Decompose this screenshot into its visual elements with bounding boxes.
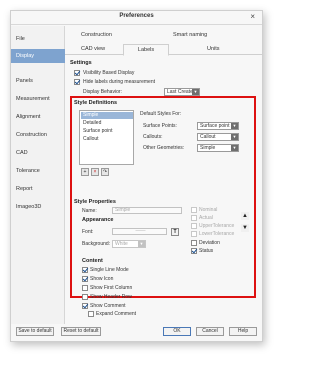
- deviation-checkbox[interactable]: [191, 240, 197, 246]
- style-list[interactable]: Simple Detailed Surface point Callout: [79, 110, 134, 165]
- status-label: Status: [199, 248, 214, 254]
- sidebar-item-measurement[interactable]: Measurement: [11, 92, 65, 106]
- appearance-title: Appearance: [82, 217, 114, 223]
- deviation-label: Deviation: [199, 240, 220, 246]
- show-icon-checkbox[interactable]: [82, 276, 88, 282]
- show-header-row-checkbox[interactable]: [82, 294, 88, 300]
- visibility-label: Visibility Based Display: [83, 70, 135, 76]
- style-definitions-title: Style Definitions: [74, 100, 118, 106]
- actual-label: Actual: [199, 215, 213, 221]
- move-down-button[interactable]: ▼: [241, 224, 249, 232]
- callouts-value: Callout: [200, 134, 216, 140]
- status-checkbox[interactable]: [191, 248, 197, 254]
- sidebar-item-report[interactable]: Report: [11, 182, 65, 196]
- actual-checkbox[interactable]: [191, 215, 197, 221]
- list-item-simple[interactable]: Simple: [81, 112, 133, 119]
- sidebar-item-cad[interactable]: CAD: [11, 146, 65, 160]
- lower-tolerance-checkbox[interactable]: [191, 231, 197, 237]
- background-select[interactable]: White ▼: [112, 240, 146, 248]
- tab-units[interactable]: Units: [207, 44, 220, 55]
- sidebar-item-tolerance[interactable]: Tolerance: [11, 164, 65, 178]
- name-label: Name:: [82, 208, 97, 214]
- name-input[interactable]: Simple: [112, 207, 182, 214]
- hide-labels-label: Hide labels during measurement: [83, 79, 155, 85]
- visibility-checkbox[interactable]: [74, 70, 80, 76]
- default-styles-label: Default Styles For:: [140, 111, 182, 117]
- rename-style-button[interactable]: ↷: [101, 168, 109, 176]
- reset-to-default-button[interactable]: Reset to default: [61, 327, 101, 336]
- surface-points-label: Surface Points:: [143, 123, 177, 129]
- surface-points-value: Surface point: [200, 123, 230, 129]
- expand-comment-checkbox[interactable]: [88, 311, 94, 317]
- callouts-select[interactable]: Callout ▼: [197, 133, 239, 141]
- settings-title: Settings: [70, 60, 92, 66]
- show-first-column-label: Show First Column: [90, 285, 133, 291]
- list-item-detailed[interactable]: Detailed: [81, 120, 133, 127]
- expand-comment-label: Expand Comment: [96, 311, 137, 317]
- add-style-button[interactable]: +: [81, 168, 89, 176]
- chevron-down-icon: ▼: [231, 134, 238, 140]
- sidebar-item-file[interactable]: File: [11, 32, 65, 46]
- show-first-column-checkbox[interactable]: [82, 285, 88, 291]
- sidebar-item-imageo3d[interactable]: Imageo3D: [11, 200, 65, 214]
- move-up-button[interactable]: ▲: [241, 212, 249, 220]
- close-icon[interactable]: ×: [250, 12, 255, 21]
- chevron-down-icon: ▼: [192, 89, 199, 95]
- surface-points-select[interactable]: Surface point ▼: [197, 122, 239, 130]
- style-properties-title: Style Properties: [74, 199, 116, 205]
- sidebar-item-construction[interactable]: Construction: [11, 128, 65, 142]
- delete-style-button[interactable]: ×: [91, 168, 99, 176]
- background-value: White: [115, 241, 128, 247]
- chevron-down-icon: ▼: [231, 145, 238, 151]
- font-label: Font:: [82, 229, 94, 235]
- title-bar: Preferences ×: [11, 11, 262, 25]
- tab-row-bottom: CAD view Labels Units: [65, 44, 262, 56]
- hide-labels-checkbox[interactable]: [74, 79, 80, 85]
- sidebar-item-panels[interactable]: Panels: [11, 74, 65, 88]
- sidebar-item-display[interactable]: Display: [11, 49, 65, 63]
- callouts-label: Callouts:: [143, 134, 163, 140]
- chevron-down-icon: ▼: [138, 241, 145, 247]
- other-geometries-label: Other Geometries:: [143, 145, 185, 151]
- display-behavior-label: Display Behavior:: [83, 89, 122, 95]
- nominal-label: Nominal: [199, 207, 218, 213]
- single-line-mode-checkbox[interactable]: [82, 267, 88, 273]
- tab-cad-view[interactable]: CAD view: [81, 44, 105, 55]
- list-item-surface-point[interactable]: Surface point: [81, 128, 133, 135]
- other-geometries-select[interactable]: Simple ▼: [197, 144, 239, 152]
- font-picker-button[interactable]: T: [171, 228, 179, 236]
- upper-tolerance-label: UpperTolerance: [199, 223, 235, 229]
- show-header-row-label: Show Header Row: [90, 294, 132, 300]
- sidebar: File Display Panels Measurement Alignmen…: [11, 26, 65, 324]
- tab-construction[interactable]: Construction: [81, 30, 112, 41]
- cancel-button[interactable]: Cancel: [196, 327, 224, 336]
- show-comment-label: Show Comment: [90, 303, 126, 309]
- help-button[interactable]: Help: [229, 327, 257, 336]
- upper-tolerance-checkbox[interactable]: [191, 223, 197, 229]
- show-icon-label: Show Icon: [90, 276, 114, 282]
- sidebar-item-alignment[interactable]: Alignment: [11, 110, 65, 124]
- content-title: Content: [82, 258, 103, 264]
- single-line-mode-label: Single Line Mode: [90, 267, 129, 273]
- tab-smart-naming[interactable]: Smart naming: [173, 30, 207, 41]
- display-behavior-select[interactable]: Last Created ▼: [164, 88, 200, 96]
- background-label: Background:: [82, 241, 111, 247]
- lower-tolerance-label: LowerTolerance: [199, 231, 235, 237]
- save-to-default-button[interactable]: Save to default: [16, 327, 54, 336]
- nominal-checkbox[interactable]: [191, 207, 197, 213]
- ok-button[interactable]: OK: [163, 327, 191, 336]
- list-item-callout[interactable]: Callout: [81, 136, 133, 143]
- show-comment-checkbox[interactable]: [82, 303, 88, 309]
- chevron-down-icon: ▼: [231, 123, 238, 129]
- font-field[interactable]: ——: [112, 228, 167, 235]
- dialog-title: Preferences: [119, 13, 154, 19]
- tab-row-top: Construction Smart naming: [65, 30, 262, 41]
- other-geometries-value: Simple: [200, 145, 216, 151]
- tab-labels[interactable]: Labels: [123, 44, 169, 56]
